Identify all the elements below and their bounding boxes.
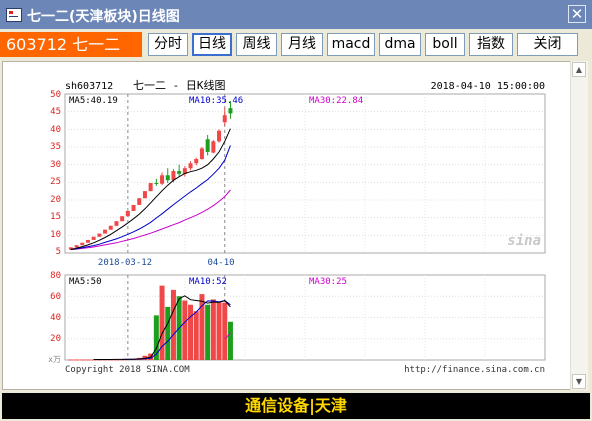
volume-bar — [188, 304, 194, 360]
candle-body — [114, 221, 119, 226]
volume-bar — [165, 306, 171, 360]
window-title: 七一二(天津板块)日线图 — [27, 9, 180, 25]
price-axis: 50 45 40 35 30 25 20 15 10 5 — [50, 90, 61, 257]
candle-body — [108, 225, 113, 230]
candle-body — [177, 171, 182, 174]
x-label-date-2: 04-10 — [207, 258, 234, 268]
tab-macd[interactable]: macd — [327, 33, 375, 56]
close-window-button[interactable]: ✕ — [568, 5, 586, 23]
vol-ma5-label: MA5:50 — [69, 277, 102, 287]
close-button[interactable]: 关闭 — [517, 33, 578, 56]
volume-bar — [210, 299, 216, 360]
volume-bar — [216, 302, 222, 360]
tab-monthly[interactable]: 月线 — [281, 33, 323, 56]
ma30-label: MA30:22.84 — [309, 96, 363, 106]
volume-bar — [205, 304, 211, 360]
volume-bar — [74, 359, 80, 361]
price-tick: 50 — [50, 90, 61, 100]
candle-body — [148, 183, 153, 192]
price-tick: 20 — [50, 195, 61, 205]
scroll-up-button[interactable]: ▲ — [572, 62, 586, 77]
candle-body — [217, 130, 222, 142]
vol-ma30-label: MA30:25 — [309, 277, 347, 287]
volume-bar — [227, 321, 233, 360]
volume-bar — [68, 359, 74, 361]
tab-index[interactable]: 指数 — [469, 33, 513, 56]
chart-name-label: 七一二 - 日K线图 — [133, 78, 226, 92]
tab-boll[interactable]: boll — [425, 33, 465, 56]
candle-body — [85, 239, 90, 243]
datetime-label: 2018-04-10 15:00:00 — [431, 81, 545, 92]
volume-bar — [193, 311, 199, 360]
candle-body — [91, 236, 96, 240]
price-tick: 25 — [50, 177, 61, 187]
candle-body — [103, 229, 108, 234]
candle-body — [160, 175, 165, 184]
volume-bar — [170, 289, 176, 360]
stock-code-label: 603712 七一二 — [0, 32, 142, 57]
symbol-label: sh603712 — [65, 81, 113, 92]
candle-body — [125, 210, 130, 217]
tab-daily[interactable]: 日线 — [192, 33, 232, 56]
candle-body — [188, 163, 193, 169]
price-tick: 45 — [50, 107, 61, 117]
volume-bar — [182, 300, 188, 360]
price-tick: 5 — [56, 247, 61, 257]
candle-body — [97, 233, 102, 237]
price-tick: 30 — [50, 160, 61, 170]
candle-body — [199, 148, 204, 160]
price-tick: 15 — [50, 212, 61, 222]
vol-ma10-label: MA10:52 — [189, 277, 227, 287]
vertical-scrollbar[interactable]: ▲ ▼ — [570, 61, 588, 390]
volume-bar — [222, 302, 228, 360]
volume-bar — [79, 359, 85, 361]
vol-tick: 20 — [50, 334, 61, 344]
candle-body — [131, 204, 136, 211]
candle-body — [228, 108, 233, 114]
kline-chart: sh603712 七一二 - 日K线图 2018-04-10 15:00:00 … — [48, 78, 546, 375]
candle-body — [205, 139, 210, 152]
vol-tick: 60 — [50, 292, 61, 302]
price-tick: 10 — [50, 230, 61, 240]
copyright-text: Copyright 2018 SINA.COM — [65, 365, 190, 375]
volume-bar — [85, 359, 91, 361]
price-tick: 40 — [50, 125, 61, 135]
candle-body — [211, 141, 216, 153]
vol-unit: x万 — [48, 355, 61, 364]
industry-banner: 通信设备|天津 — [2, 393, 590, 419]
candle-body — [137, 198, 142, 205]
candle-body — [222, 115, 227, 123]
chart-panel: sh603712 七一二 - 日K线图 2018-04-10 15:00:00 … — [2, 61, 572, 390]
tab-weekly[interactable]: 周线 — [236, 33, 277, 56]
vol-tick: 80 — [50, 271, 61, 281]
title-bar: 七一二(天津板块)日线图 ✕ — [0, 0, 592, 29]
toolbar: 603712 七一二 分时 日线 周线 月线 macd dma boll 指数 … — [0, 29, 592, 60]
tab-intraday[interactable]: 分时 — [148, 33, 188, 56]
tab-dma[interactable]: dma — [379, 33, 421, 56]
candle-body — [142, 191, 147, 199]
scroll-down-button[interactable]: ▼ — [572, 374, 586, 389]
price-tick: 35 — [50, 142, 61, 152]
source-url[interactable]: http://finance.sina.com.cn — [404, 365, 545, 375]
candle-body — [154, 183, 159, 185]
candle-body — [165, 175, 170, 181]
x-label-date-1: 2018-03-12 — [98, 258, 152, 268]
candle-body — [194, 159, 199, 164]
candle-body — [74, 245, 79, 248]
app-icon — [6, 8, 22, 22]
sina-watermark: sina — [507, 233, 541, 249]
ma10-label: MA10:35.46 — [189, 96, 243, 106]
vol-tick: 40 — [50, 313, 61, 323]
candle-body — [120, 216, 125, 222]
ma5-label: MA5:40.19 — [69, 96, 118, 106]
candle-body — [80, 242, 85, 246]
volume-axis: 80 60 40 20 x万 — [48, 271, 61, 364]
